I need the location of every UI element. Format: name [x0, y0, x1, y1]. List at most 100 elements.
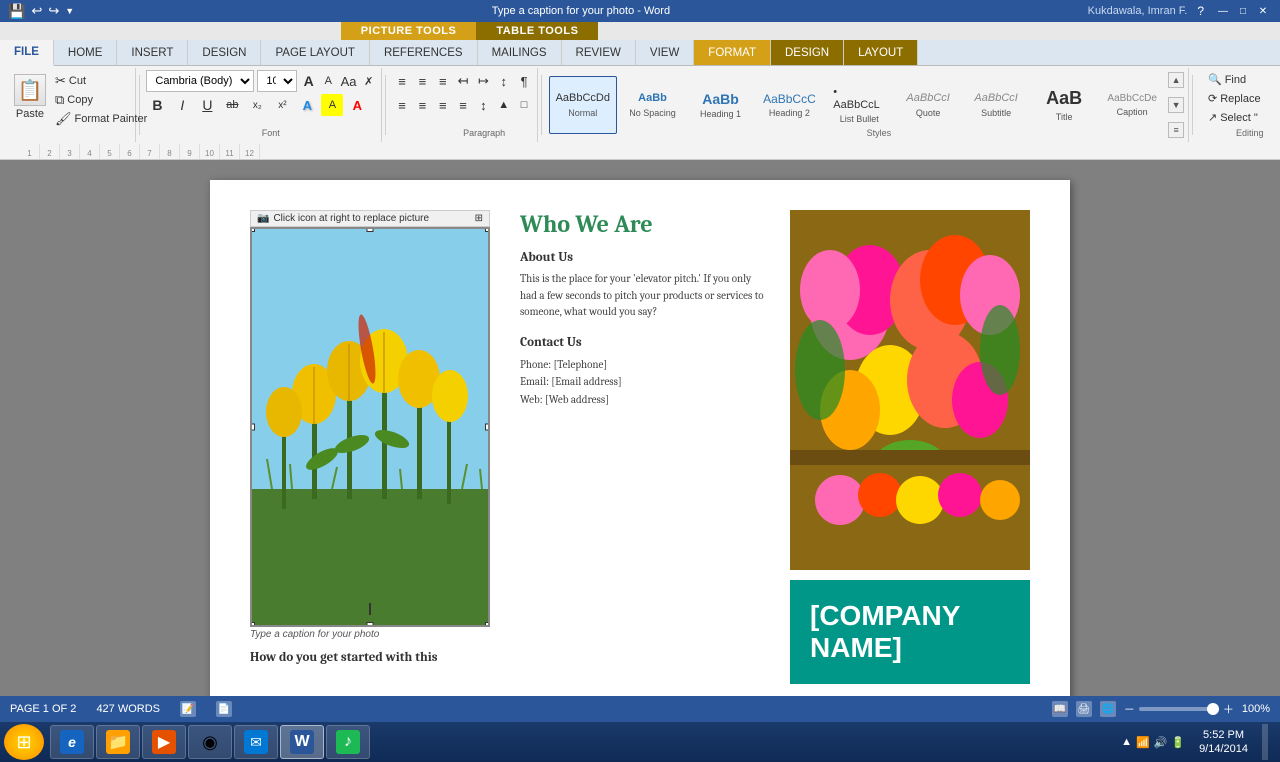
select-button[interactable]: ↗ Select " — [1204, 108, 1268, 127]
decrease-indent-button[interactable]: ↤ — [454, 70, 472, 92]
battery-icon[interactable]: 🔋 — [1171, 736, 1185, 749]
bold-button[interactable]: B — [146, 94, 168, 116]
resize-handle-mr[interactable] — [485, 424, 490, 431]
taskbar-wmp[interactable]: ▶ — [142, 725, 186, 759]
tab-format[interactable]: FORMAT — [694, 40, 771, 65]
save-icon[interactable]: 💾 — [8, 3, 25, 20]
read-mode-icon[interactable]: 📖 — [1052, 701, 1068, 717]
zoom-control[interactable]: － ＋ — [1124, 701, 1234, 717]
style-caption[interactable]: AaBbCcDe Caption — [1100, 76, 1164, 134]
tray-arrow[interactable]: ▲ — [1121, 736, 1132, 748]
tab-home[interactable]: HOME — [54, 40, 118, 65]
sort-button[interactable]: ↕ — [495, 70, 513, 92]
text-effects-button[interactable]: A — [296, 94, 318, 116]
picture-image-container[interactable] — [250, 227, 490, 627]
resize-handle-tl[interactable] — [250, 227, 255, 232]
shrink-font-button[interactable]: A — [320, 70, 337, 92]
resize-handle-br[interactable] — [485, 622, 490, 627]
font-color-button[interactable]: A — [346, 94, 368, 116]
volume-icon[interactable]: 🔊 — [1154, 736, 1168, 749]
resize-handle-tr[interactable] — [485, 227, 490, 232]
minimize-icon[interactable]: — — [1214, 2, 1232, 20]
tab-page-layout[interactable]: PAGE LAYOUT — [261, 40, 369, 65]
show-desktop-button[interactable] — [1262, 724, 1268, 760]
resize-handle-bl[interactable] — [250, 622, 255, 627]
align-right-button[interactable]: ≡ — [434, 94, 452, 116]
align-left-button[interactable]: ≡ — [393, 94, 411, 116]
strikethrough-button[interactable]: ab — [221, 94, 243, 116]
shading-button[interactable]: ▲ — [495, 94, 513, 116]
align-center-button[interactable]: ≡ — [413, 94, 431, 116]
change-case-button[interactable]: Aa — [340, 70, 358, 92]
picture-caption[interactable]: Type a caption for your photo — [250, 629, 490, 640]
tab-references[interactable]: REFERENCES — [370, 40, 478, 65]
tab-insert[interactable]: INSERT — [117, 40, 188, 65]
style-heading1[interactable]: AaBb Heading 1 — [689, 76, 753, 134]
tab-review[interactable]: REVIEW — [562, 40, 636, 65]
tab-file[interactable]: FILE — [0, 40, 54, 66]
underline-button[interactable]: U — [196, 94, 218, 116]
borders-button[interactable]: □ — [515, 94, 533, 116]
style-subtitle[interactable]: AaBbCcI Subtitle — [964, 76, 1028, 134]
line-spacing-button[interactable]: ↕ — [474, 94, 492, 116]
replace-button[interactable]: ⟳ Replace — [1204, 89, 1268, 108]
resize-handle-bm[interactable] — [367, 622, 374, 627]
quick-access-dropdown[interactable]: ▼ — [65, 6, 74, 16]
font-size-select[interactable]: 10 — [257, 70, 297, 92]
undo-icon[interactable]: ↩ — [31, 3, 42, 19]
tab-mailings[interactable]: MAILINGS — [478, 40, 562, 65]
picture-placeholder[interactable]: 📷 Click icon at right to replace picture… — [250, 210, 490, 640]
italic-button[interactable]: I — [171, 94, 193, 116]
tab-design[interactable]: DESIGN — [188, 40, 261, 65]
style-no-spacing[interactable]: AaBb No Spacing — [621, 76, 685, 134]
paste-button[interactable]: 📋 Paste — [10, 72, 50, 138]
help-icon[interactable]: ? — [1197, 4, 1204, 18]
tab-layout[interactable]: LAYOUT — [844, 40, 918, 65]
bullets-button[interactable]: ≡ — [393, 70, 411, 92]
network-icon[interactable]: 📶 — [1136, 736, 1150, 749]
copy-button[interactable]: ⧉ Copy — [52, 91, 150, 109]
font-face-select[interactable]: Cambria (Body) — [146, 70, 254, 92]
style-list-bullet[interactable]: • AaBbCcL List Bullet — [826, 76, 892, 134]
styles-more[interactable]: ≡ — [1168, 122, 1184, 138]
taskbar-folder[interactable]: 📁 — [96, 725, 140, 759]
numbering-button[interactable]: ≡ — [413, 70, 431, 92]
proofing-icon[interactable]: 📝 — [180, 701, 196, 717]
document-area[interactable]: 📷 Click icon at right to replace picture… — [0, 160, 1280, 696]
styles-scroll-up[interactable]: ▲ — [1168, 72, 1184, 88]
company-name-box[interactable]: [COMPANY NAME] — [790, 580, 1030, 684]
styles-scroll-down[interactable]: ▼ — [1168, 97, 1184, 113]
taskbar-ie[interactable]: e — [50, 725, 94, 759]
find-button[interactable]: 🔍 Find — [1204, 70, 1268, 89]
cut-button[interactable]: ✂ Cut — [52, 72, 150, 90]
tab-view[interactable]: VIEW — [636, 40, 694, 65]
show-marks-button[interactable]: ¶ — [515, 70, 533, 92]
format-painter-button[interactable]: 🖌 Format Painter — [52, 110, 150, 128]
start-button[interactable]: ⊞ — [4, 724, 44, 760]
notes-icon[interactable]: 📄 — [216, 701, 232, 717]
clear-format-button[interactable]: ✗ — [360, 70, 377, 92]
redo-icon[interactable]: ↪ — [48, 3, 59, 19]
justify-button[interactable]: ≡ — [454, 94, 472, 116]
web-layout-icon[interactable]: 🌐 — [1100, 701, 1116, 717]
multilevel-button[interactable]: ≡ — [434, 70, 452, 92]
taskbar-outlook[interactable]: ✉ — [234, 725, 278, 759]
zoom-out-icon[interactable]: － — [1124, 701, 1135, 717]
minimize-button[interactable]: — □ ✕ — [1214, 2, 1272, 20]
zoom-in-icon[interactable]: ＋ — [1223, 701, 1234, 717]
taskbar-word[interactable]: W — [280, 725, 324, 759]
style-title[interactable]: AaB Title — [1032, 76, 1096, 134]
grow-font-button[interactable]: A — [300, 70, 317, 92]
subscript-button[interactable]: x₂ — [246, 94, 268, 116]
clock[interactable]: 5:52 PM 9/14/2014 — [1191, 728, 1256, 757]
document-page[interactable]: 📷 Click icon at right to replace picture… — [210, 180, 1070, 696]
text-highlight-button[interactable]: A — [321, 94, 343, 116]
tab-table-design[interactable]: DESIGN — [771, 40, 844, 65]
close-icon[interactable]: ✕ — [1254, 2, 1272, 20]
resize-handle-ml[interactable] — [250, 424, 255, 431]
increase-indent-button[interactable]: ↦ — [474, 70, 492, 92]
superscript-button[interactable]: x² — [271, 94, 293, 116]
style-normal[interactable]: AaBbCcDd Normal — [549, 76, 616, 134]
maximize-icon[interactable]: □ — [1234, 2, 1252, 20]
style-quote[interactable]: AaBbCcI Quote — [896, 76, 960, 134]
